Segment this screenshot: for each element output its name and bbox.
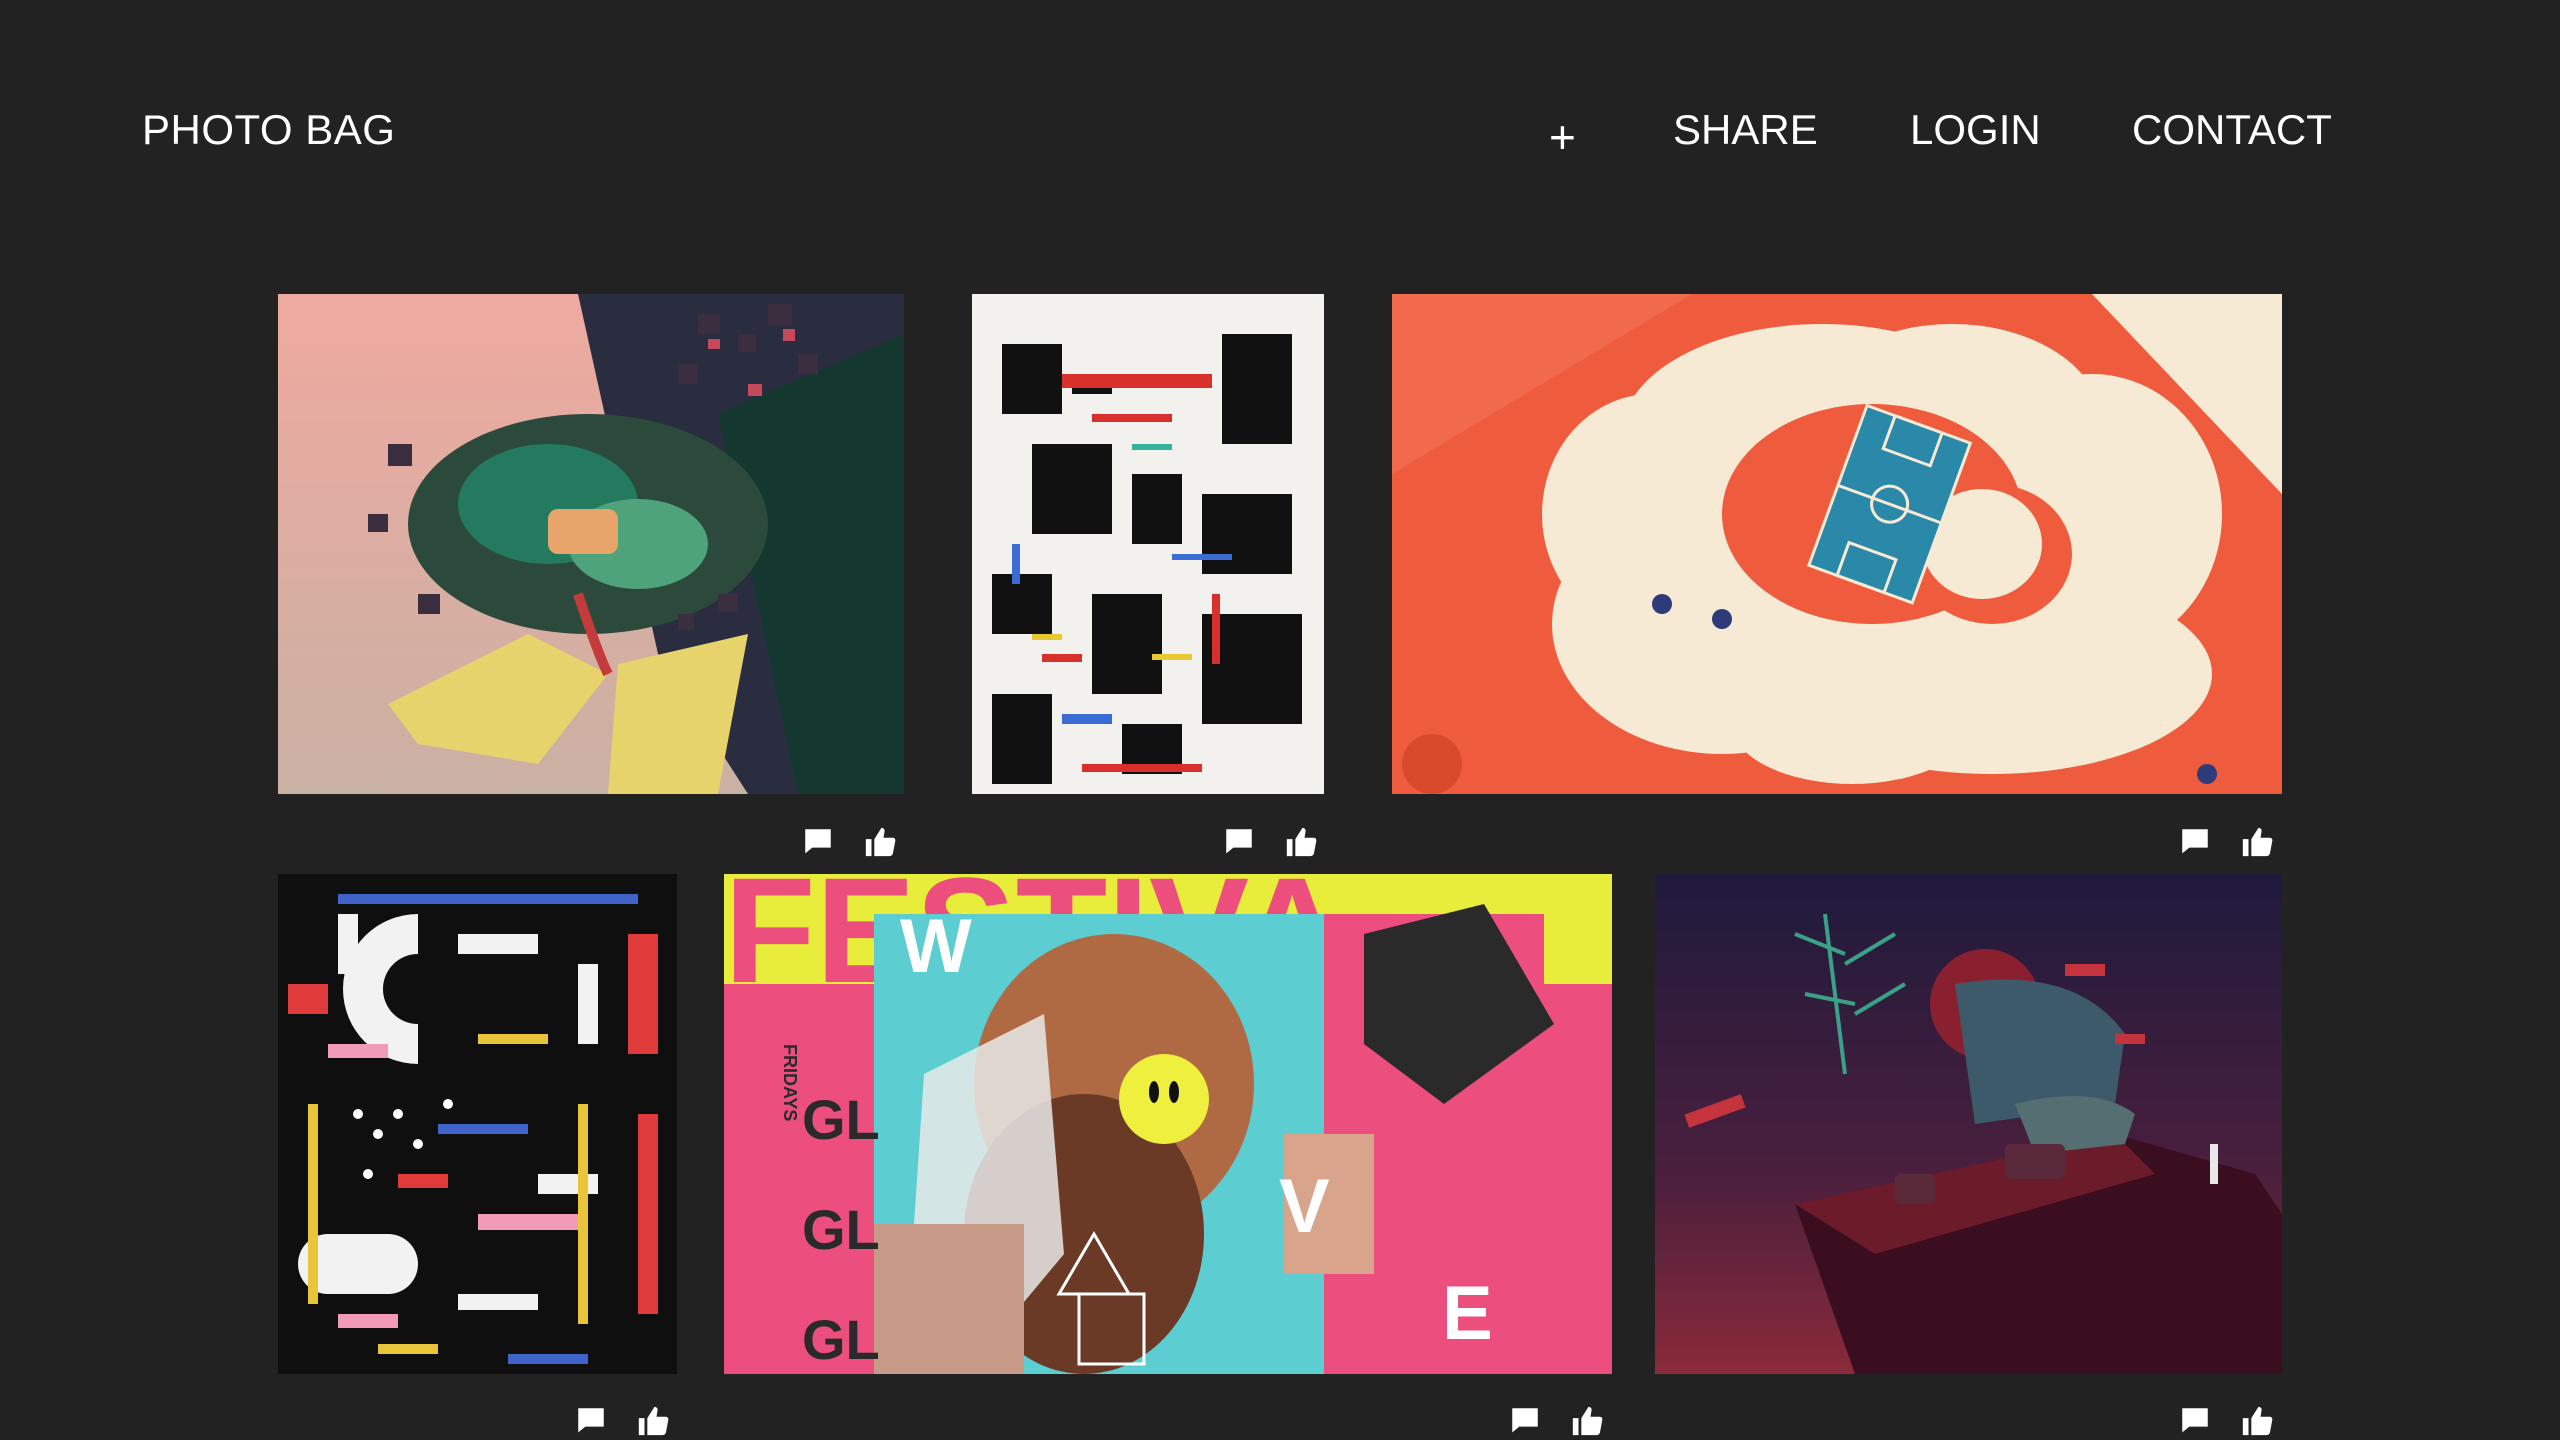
nav-login-link[interactable]: LOGIN xyxy=(1910,106,2041,154)
image-actions-6 xyxy=(2178,1401,2274,1440)
gallery-image-3[interactable] xyxy=(1392,294,2282,794)
main-nav: + SHARE LOGIN CONTACT xyxy=(0,106,2560,166)
image-actions-4 xyxy=(574,1401,670,1440)
add-button[interactable]: + xyxy=(1549,110,1576,164)
poster-letter-w: W xyxy=(900,904,972,989)
thumbs-up-icon[interactable] xyxy=(1284,825,1318,859)
image-actions-3 xyxy=(2178,822,2274,862)
thumbs-up-icon[interactable] xyxy=(1570,1404,1604,1438)
comment-icon[interactable] xyxy=(2178,825,2212,859)
page: PHOTO BAG + SHARE LOGIN CONTACT FRIDAYS … xyxy=(0,0,2560,1440)
image-actions-2 xyxy=(1222,822,1318,862)
gallery-image-2[interactable] xyxy=(972,294,1324,794)
poster-row-2: GL xyxy=(802,1198,880,1261)
poster-letter-v: V xyxy=(1279,1164,1330,1249)
poster-letter-e: E xyxy=(1442,1271,1493,1356)
gallery-image-6[interactable] xyxy=(1655,874,2282,1374)
nav-contact-link[interactable]: CONTACT xyxy=(2132,106,2332,154)
thumbs-up-icon[interactable] xyxy=(2240,825,2274,859)
thumbs-up-icon[interactable] xyxy=(863,825,897,859)
comment-icon[interactable] xyxy=(1222,825,1256,859)
poster-side-label: FRIDAYS xyxy=(780,1044,800,1121)
thumbs-up-icon[interactable] xyxy=(636,1404,670,1438)
poster-row-1: GL xyxy=(802,1088,880,1151)
gallery-image-5[interactable]: FESTIVA FRIDAYS GL GL GL W V E xyxy=(724,874,1612,1374)
comment-icon[interactable] xyxy=(574,1404,608,1438)
thumbs-up-icon[interactable] xyxy=(2240,1404,2274,1438)
comment-icon[interactable] xyxy=(801,825,835,859)
image-actions-1 xyxy=(801,822,897,862)
nav-share-link[interactable]: SHARE xyxy=(1673,106,1818,154)
image-actions-5 xyxy=(1508,1401,1604,1440)
poster-row-3: GL xyxy=(802,1308,880,1371)
gallery-image-4[interactable] xyxy=(278,874,677,1374)
gallery-image-1[interactable] xyxy=(278,294,904,794)
comment-icon[interactable] xyxy=(2178,1404,2212,1438)
comment-icon[interactable] xyxy=(1508,1404,1542,1438)
